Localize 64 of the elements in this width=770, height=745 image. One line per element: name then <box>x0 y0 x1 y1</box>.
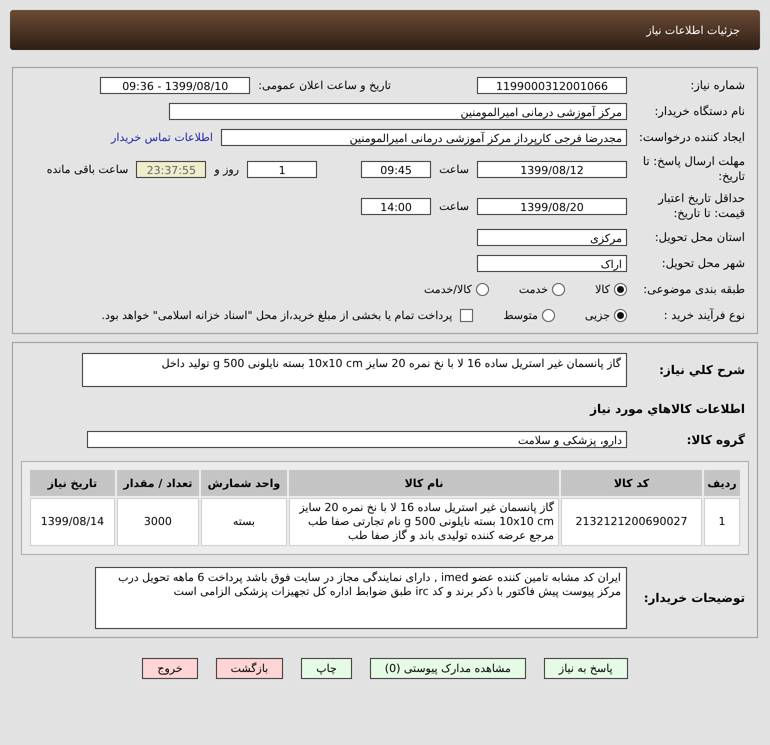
field-label: نوع فرآیند خرید : <box>662 308 745 323</box>
radio-button[interactable] <box>614 283 627 296</box>
field-value: مرکزی <box>477 229 627 246</box>
field-value: 1399/08/12 <box>477 160 627 178</box>
field-label: طبقه بندی موضوعی: <box>642 282 745 297</box>
field-value: اراک <box>477 255 627 272</box>
field-value: 1199000312001066 <box>477 77 627 94</box>
field-label: استان محل تحویل: <box>654 230 745 245</box>
field-label: شهر محل تحویل: <box>660 256 745 271</box>
field-label: شرح کلي نياز: <box>658 363 745 377</box>
column-header: نام کالا <box>289 470 559 496</box>
table-cell: گاز پانسمان غیر استریل ساده 16 لا با نخ نمره 20 سایز 10x10 cm بسته نایلونی 500 g نام تجارتی صفا طب مرجع عرضه کننده تولیدی باند و گاز صفا طب <box>289 498 559 546</box>
field-value: 09:45 <box>361 160 432 178</box>
field-label: شماره نیاز: <box>689 78 745 93</box>
field-label: ایجاد کننده درخواست: <box>638 130 745 145</box>
contact-link[interactable]: اطلاعات تماس خریدار <box>111 131 213 144</box>
field-value: 14:00 <box>361 198 432 214</box>
field-value: مجدرضا فرجی کارپرداز مرکز آموزشی درمانی امیرالمومنین <box>221 129 627 146</box>
exit-button[interactable]: خروج <box>142 658 198 679</box>
field-value: 1399/08/20 <box>477 198 627 214</box>
field-label: روز و <box>214 162 240 176</box>
table-cell: 2132121200690027 <box>561 498 702 546</box>
column-header: رديف <box>704 470 740 496</box>
checkbox[interactable] <box>460 309 474 322</box>
section-heading: اطلاعات کالاهاي مورد نياز <box>590 402 745 416</box>
description-box: گاز پانسمان غیر استریل ساده 16 لا با نخ نمره 20 سایز 10x10 cm بسته نایلونی 500 g تولید داخل <box>82 353 627 387</box>
field-value: 1399/08/10 - 09:36 <box>100 77 250 94</box>
notes-box: ایران کد مشابه تامین کننده عضو imed , دارای نمایندگی مجاز در سایت فوق باشد پرداخت 6 ماهه تحویل درب مرکز پیوست پیش فاکتور با ذکر برند و کد irc طبق ضوابط اداره کل تجهیزات پزشکی الزامی است <box>95 567 627 629</box>
column-header: واحد شمارش <box>200 470 287 496</box>
option-label: کالا <box>595 283 610 296</box>
checkbox-label: پرداخت تمام یا بخشی از مبلغ خرید،از محل "اسناد خزانه اسلامی" خواهد بود. <box>102 309 452 322</box>
field-label: حداقل تاریخ اعتبار قیمت: تا تاریخ: <box>656 191 745 221</box>
option-label: جزیی <box>584 309 610 322</box>
table-cell: 1399/08/14 <box>30 498 115 546</box>
countdown-field: 23:37:55 <box>136 160 206 178</box>
field-label: توضیحات خریدار: <box>642 591 745 605</box>
field-label: ساعت باقی مانده <box>46 162 128 176</box>
column-header: کد کالا <box>561 470 702 496</box>
radio-button[interactable] <box>476 283 489 296</box>
option-label: خدمت <box>518 283 548 296</box>
column-header: تاریخ نیاز <box>30 470 115 496</box>
action-button[interactable]: مشاهده مدارک پیوستی (0) <box>370 658 526 679</box>
table-cell: 3000 <box>116 498 199 546</box>
field-label: مهلت ارسال پاسخ: تا تاریخ: <box>642 154 745 184</box>
exit-button[interactable]: بازگشت <box>216 658 284 679</box>
option-label: متوسط <box>503 309 538 322</box>
radio-button[interactable] <box>542 309 555 322</box>
radio-button[interactable] <box>552 283 566 296</box>
column-header: تعداد / مقدار <box>116 470 199 496</box>
field-label: تاریخ و ساعت اعلان عمومی: <box>258 79 391 92</box>
field-value: دارو، پزشکی و سلامت <box>87 431 627 448</box>
field-label: گروه کالا: <box>686 432 745 446</box>
option-label: کالا/خدمت <box>424 283 472 296</box>
radio-button[interactable] <box>614 309 627 322</box>
action-button[interactable]: پاسخ به نیاز <box>544 658 628 679</box>
field-value: مرکز آموزشی درمانی امیرالمومنین <box>169 103 627 120</box>
field-label: نام دستگاه خریدار: <box>653 104 745 119</box>
table-cell: 1 <box>704 498 740 546</box>
table-cell: بسته <box>200 498 287 546</box>
page-title: جزئیات اطلاعات نیاز <box>646 24 740 36</box>
field-value: 1 <box>247 160 318 178</box>
field-label: ساعت <box>439 200 469 212</box>
field-label: ساعت <box>439 162 469 176</box>
action-button[interactable]: چاپ <box>301 658 352 679</box>
